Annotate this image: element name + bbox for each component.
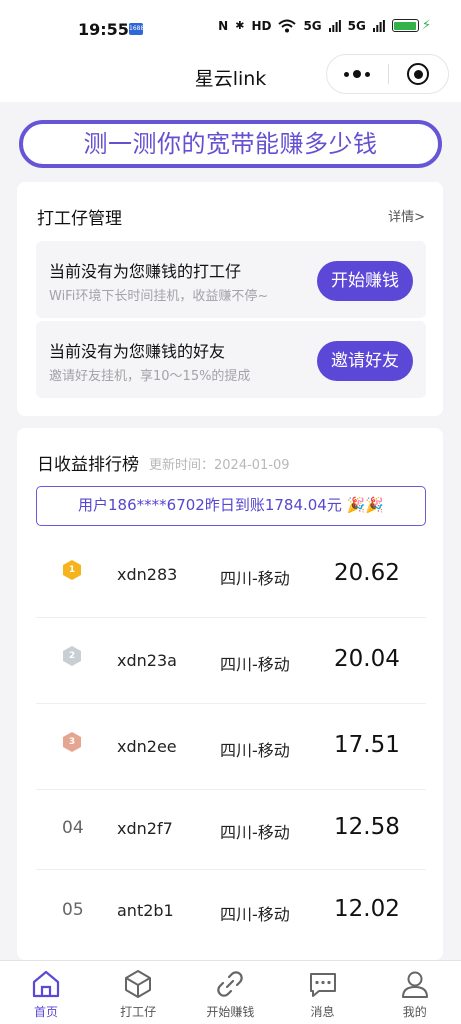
rank-row: 1 xdn283 四川-移动 20.62 bbox=[36, 532, 426, 618]
tab-label: 打工仔 bbox=[120, 1005, 157, 1019]
rank-earnings: 12.02 bbox=[334, 896, 400, 922]
bluetooth-icon: ✱ bbox=[235, 19, 245, 32]
rank-number: 05 bbox=[62, 900, 84, 920]
status-icons: N ✱ HD 5G 5G ⚡ bbox=[218, 18, 431, 33]
details-link[interactable]: 详情> bbox=[388, 206, 425, 225]
ranking-updated-time: 更新时间：2024-01-09 bbox=[149, 458, 290, 473]
bronze-medal-icon: 3 bbox=[63, 732, 81, 752]
tab-label: 消息 bbox=[310, 1005, 335, 1019]
payout-notice: 用户186****6702昨日到账1784.04元 🎉🎉 bbox=[36, 486, 426, 526]
tab-profile[interactable]: 我的 bbox=[369, 961, 461, 1024]
rank-row: 2 xdn23a 四川-移动 20.04 bbox=[36, 618, 426, 704]
app-notification-badge: 1688 bbox=[129, 23, 144, 35]
miniapp-capsule bbox=[326, 54, 449, 94]
more-menu-button[interactable] bbox=[327, 54, 388, 94]
nfc-icon: N bbox=[218, 18, 229, 33]
tab-label: 首页 bbox=[33, 1005, 58, 1019]
cube-icon bbox=[125, 970, 152, 998]
rank-earnings: 17.51 bbox=[334, 732, 400, 758]
task-subtitle: 邀请好友挂机，享10～15%的提成 bbox=[49, 369, 251, 384]
status-bar: 19:55 1688 N ✱ HD 5G 5G ⚡ bbox=[0, 0, 461, 52]
rank-region: 四川-移动 bbox=[220, 823, 290, 842]
worker-management-card: 打工仔管理 详情> 当前没有为您赚钱的打工仔 WiFi环境下长时间挂机，收益赚不… bbox=[17, 182, 443, 416]
rank-row: 05 ant2b1 四川-移动 12.02 bbox=[36, 870, 426, 956]
signal-bars-icon bbox=[328, 19, 341, 32]
rank-username: ant2b1 bbox=[117, 901, 174, 920]
tab-label: 我的 bbox=[402, 1005, 427, 1019]
bottom-tab-bar: 首页 打工仔 开始赚钱 消息 我的 bbox=[0, 960, 461, 1024]
task-title: 当前没有为您赚钱的打工仔 bbox=[49, 262, 242, 281]
message-icon bbox=[309, 973, 336, 997]
charging-icon: ⚡ bbox=[421, 18, 431, 33]
start-earning-button[interactable]: 开始赚钱 bbox=[317, 261, 413, 301]
rank-region: 四川-移动 bbox=[220, 655, 290, 674]
nav-bar: 星云link bbox=[0, 52, 461, 102]
rank-username: xdn2f7 bbox=[117, 819, 173, 838]
tab-label: 开始赚钱 bbox=[206, 1005, 255, 1019]
home-icon bbox=[32, 970, 60, 998]
status-time: 19:55 bbox=[78, 20, 129, 39]
ranking-title: 日收益排行榜 bbox=[37, 455, 139, 475]
rank-earnings: 20.62 bbox=[334, 560, 400, 586]
tab-home[interactable]: 首页 bbox=[0, 961, 92, 1024]
rank-region: 四川-移动 bbox=[220, 741, 290, 760]
rank-number: 04 bbox=[62, 818, 84, 838]
dot-icon bbox=[353, 70, 362, 78]
worker-card-title: 打工仔管理 bbox=[37, 209, 122, 229]
rank-row: 3 xdn2ee 四川-移动 17.51 bbox=[36, 704, 426, 790]
battery-icon bbox=[391, 19, 419, 32]
user-icon bbox=[401, 971, 428, 998]
link-icon bbox=[217, 971, 244, 997]
silver-medal-icon: 2 bbox=[63, 646, 81, 666]
rank-username: xdn283 bbox=[117, 565, 178, 584]
rank-earnings: 12.58 bbox=[334, 814, 400, 840]
rank-row: 04 xdn2f7 四川-移动 12.58 bbox=[36, 790, 426, 870]
signal-5g-icon: 5G bbox=[303, 18, 322, 33]
friend-task: 当前没有为您赚钱的好友 邀请好友挂机，享10～15%的提成 邀请好友 bbox=[36, 321, 426, 398]
dot-icon bbox=[344, 71, 350, 77]
speed-test-banner[interactable]: 测一测你的宽带能赚多少钱 bbox=[19, 120, 442, 168]
gold-medal-icon: 1 bbox=[63, 560, 81, 580]
daily-earnings-ranking-card: 日收益排行榜 更新时间：2024-01-09 用户186****6702昨日到账… bbox=[17, 428, 443, 960]
tab-messages[interactable]: 消息 bbox=[277, 961, 369, 1024]
invite-friends-button[interactable]: 邀请好友 bbox=[317, 341, 413, 381]
rank-earnings: 20.04 bbox=[334, 646, 400, 672]
task-subtitle: WiFi环境下长时间挂机，收益赚不停~ bbox=[49, 289, 269, 304]
signal-5g-icon-2: 5G bbox=[347, 18, 366, 33]
rank-region: 四川-移动 bbox=[220, 905, 290, 924]
rank-region: 四川-移动 bbox=[220, 569, 290, 588]
wifi-icon bbox=[278, 19, 297, 32]
worker-task: 当前没有为您赚钱的打工仔 WiFi环境下长时间挂机，收益赚不停~ 开始赚钱 bbox=[36, 241, 426, 318]
dot-icon bbox=[365, 71, 371, 77]
tab-workers[interactable]: 打工仔 bbox=[92, 961, 184, 1024]
rank-username: xdn23a bbox=[117, 651, 177, 670]
signal-bars-icon-2 bbox=[372, 19, 385, 32]
task-title: 当前没有为您赚钱的好友 bbox=[49, 342, 226, 361]
tab-start-earning[interactable]: 开始赚钱 bbox=[184, 961, 276, 1024]
rank-username: xdn2ee bbox=[117, 737, 177, 756]
close-miniapp-button[interactable] bbox=[388, 54, 448, 94]
hd-icon: HD bbox=[251, 18, 272, 33]
target-icon bbox=[407, 63, 430, 85]
